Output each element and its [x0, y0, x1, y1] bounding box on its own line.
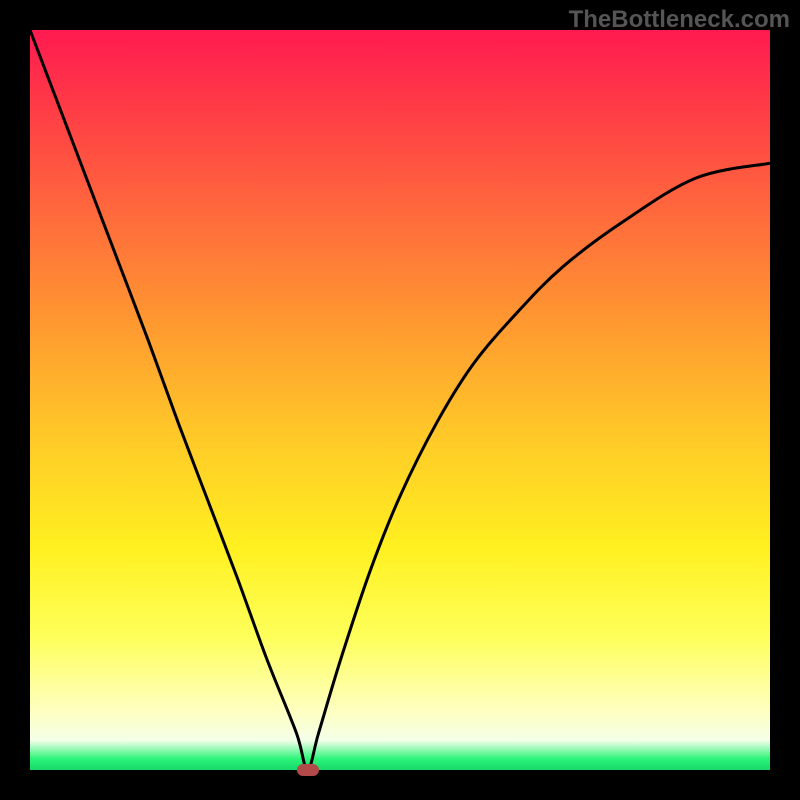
- optimum-marker: [297, 764, 319, 776]
- bottleneck-curve: [30, 30, 770, 770]
- curve-svg: [30, 30, 770, 770]
- chart-plot-area: [30, 30, 770, 770]
- watermark-text: TheBottleneck.com: [569, 6, 790, 34]
